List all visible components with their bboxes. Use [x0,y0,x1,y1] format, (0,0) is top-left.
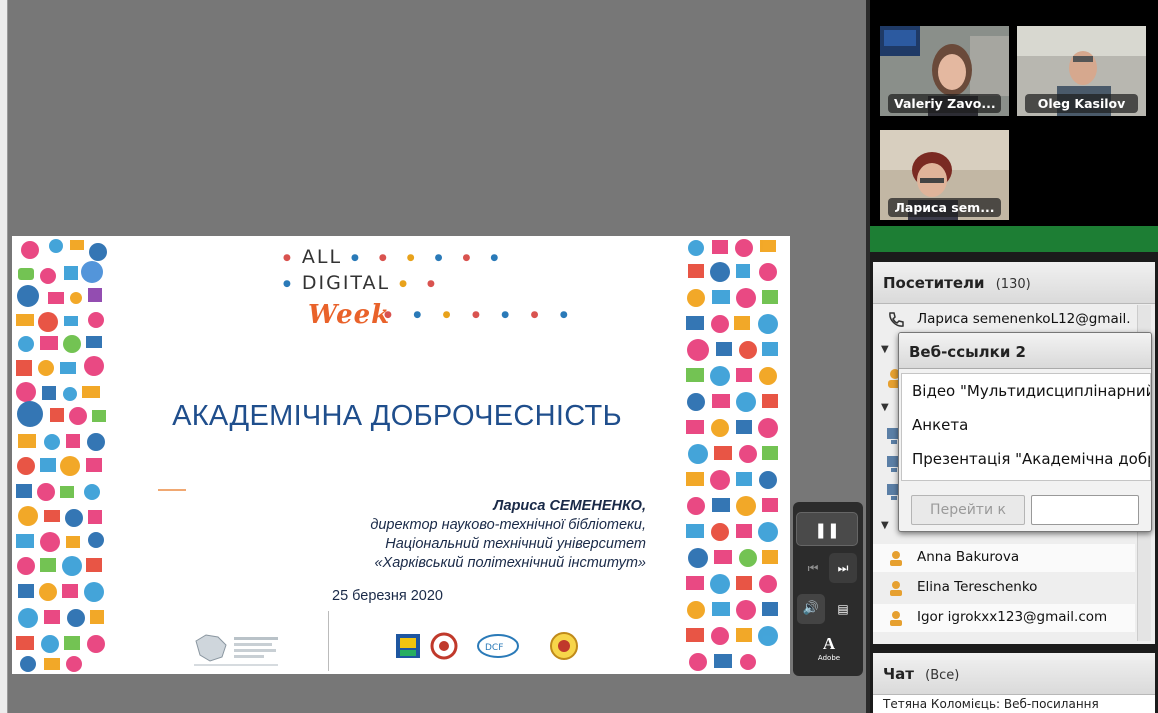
weblinks-title: Веб-ссылки 2 [899,333,1151,369]
partner-logos: DCF [394,632,584,662]
attendee-row-host[interactable]: Лариса semenenkoL12@gmail.c... [873,306,1135,334]
next-slide-button[interactable]: ⏭ [829,553,857,583]
svg-text:DCF: DCF [485,643,503,653]
author-block: Лариса СЕМЕНЕНКО, директор науково-техні… [312,497,646,573]
chat-message-preview: Тетяна Коломієць: Веб-посилання [873,695,1155,713]
author-org-line2: «Харківський політехнічний інститут» [374,555,646,571]
chat-pod: Чат (Все) Тетяна Коломієць: Веб-посиланн… [873,653,1155,713]
slide-date: 25 березня 2020 [332,588,443,604]
adobe-logo-label: Adobe [817,654,841,662]
list-item[interactable]: Elina Tereschenko [873,574,1135,602]
collapse-triangle-icon[interactable]: ▼ [881,520,891,531]
author-org-line1: Національний технічний університет [385,536,646,552]
weblink-item-survey[interactable]: Анкета [902,408,1150,442]
author-name: Лариса СЕМЕНЕНКО [493,498,642,514]
attendees-count: (130) [995,277,1031,292]
adobe-logo-icon: A [822,634,836,653]
attendee-name: Igor igrokxx123@gmail.com [917,609,1108,625]
brand-row-all: ALL [301,246,343,268]
video-pod: Valeriy Zavo... Oleg Kasilov Лариса sem.… [870,0,1158,252]
participant-name-label: Oleg Kasilov [1025,94,1138,113]
video-tile-valeriy[interactable]: Valeriy Zavo... [880,26,1009,116]
attendees-header: Посетители (130) [873,262,1155,304]
user-icon [887,609,905,627]
social-icons-decoration-right [682,236,790,674]
presentation-slide: ● ALL ● ● ● ● ● ● ● DIGITAL ● ● Week ● ● ● ● ● ● ●… [12,236,790,674]
list-item[interactable]: Anna Bakurova [873,544,1135,572]
participant-name-label: Valeriy Zavo... [888,94,1001,113]
go-to-link-button[interactable]: Перейти к [911,495,1025,525]
presence-indicator-strip [870,226,1158,252]
weblink-item-video[interactable]: Відео "Мультидисциплінарний [902,374,1150,408]
eu-project-logo [192,631,282,669]
volume-button[interactable]: 🔊 [797,594,825,624]
user-icon [887,549,905,567]
social-icons-decoration-left [12,236,112,674]
weblink-url-input[interactable] [1031,495,1139,525]
brand-week: Week [308,300,391,330]
slide-title: АКАДЕМІЧНА ДОБРОЧЕСНІСТЬ [172,400,622,432]
list-item[interactable]: Igor igrokxx123@gmail.com [873,604,1135,632]
collapse-triangle-icon[interactable]: ▼ [881,344,891,355]
weblink-item-presentation[interactable]: Презентація "Академічна доброчесність" [902,442,1150,476]
adobe-logo: A Adobe [817,634,841,662]
chat-scope[interactable]: (Все) [925,668,959,683]
playback-controls: ❚❚ ⏮ ⏭ 🔊 ▤ A Adobe [793,502,863,676]
user-icon [887,579,905,597]
attendees-title: Посетители [883,274,985,292]
sync-toggle-button[interactable]: ▤ [829,594,857,624]
brand-row-digital: DIGITAL [301,272,391,294]
weblinks-list: Відео "Мультидисциплінарний Анкета Презе… [901,373,1151,481]
pause-button[interactable]: ❚❚ [796,512,858,546]
title-accent-line [158,489,186,491]
all-digital-week-logo: ● ALL ● ● ● ● ● ● ● DIGITAL ● ● Week ● ● ● ● ● ● ● [283,246,570,330]
chat-header: Чат (Все) [873,653,1155,695]
stage-left-edge [0,0,8,713]
weblinks-pod: Веб-ссылки 2 Відео "Мультидисциплінарний… [898,332,1152,532]
phone-icon [887,311,905,329]
author-role: директор науково-технічної бібліотеки, [370,517,646,533]
previous-slide-button[interactable]: ⏮ [799,553,827,583]
participant-name-label: Лариса sem... [888,198,1001,217]
chat-title: Чат [883,665,914,683]
footer-divider [328,611,329,671]
attendee-name: Anna Bakurova [917,549,1020,565]
collapse-triangle-icon[interactable]: ▼ [881,402,891,413]
attendee-name: Elina Tereschenko [917,579,1038,595]
video-tile-larysa[interactable]: Лариса sem... [880,130,1009,220]
video-tile-oleg[interactable]: Oleg Kasilov [1017,26,1146,116]
attendee-name: Лариса semenenkoL12@gmail.c... [917,311,1131,327]
